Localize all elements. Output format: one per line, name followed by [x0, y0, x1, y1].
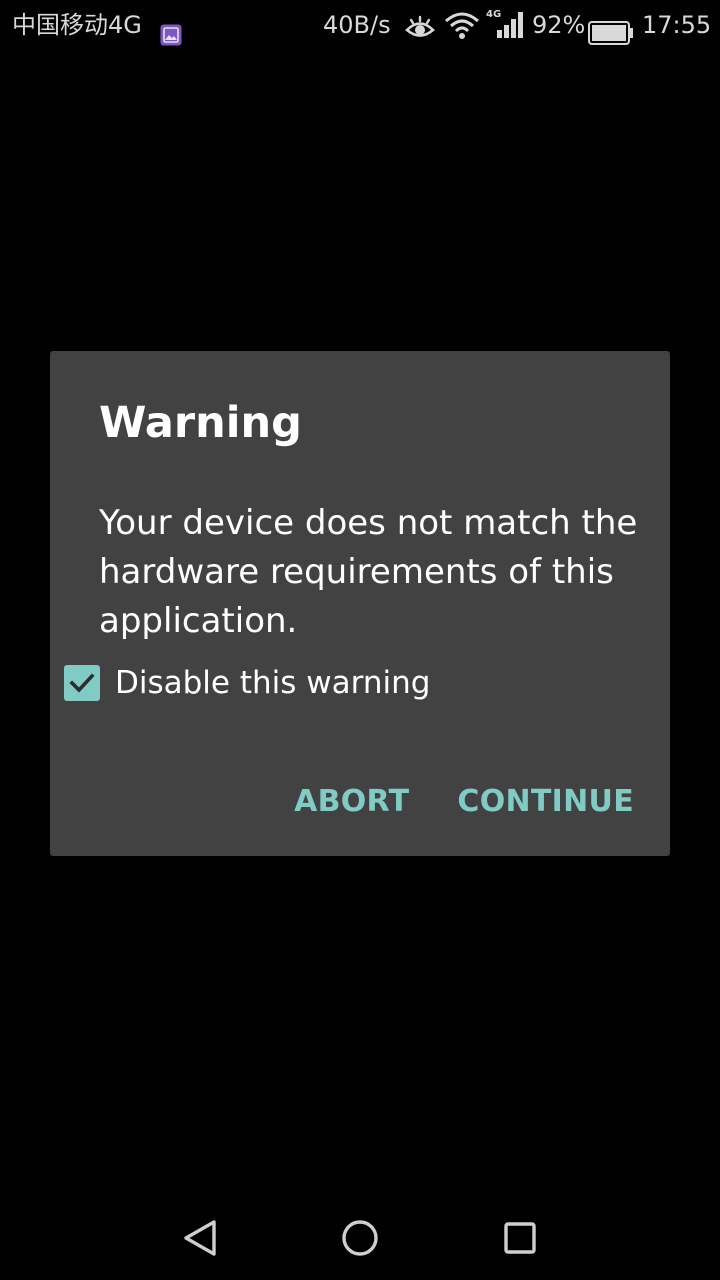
navigation-bar — [0, 1196, 720, 1280]
checkmark-icon — [69, 673, 95, 693]
wifi-icon — [444, 8, 480, 58]
recent-apps-button[interactable] — [498, 1216, 542, 1260]
clock: 17:55 — [642, 11, 712, 39]
dialog-message: Your device does not match the hardware … — [99, 503, 638, 641]
back-button[interactable] — [178, 1216, 222, 1260]
carrier-name: 中国移动4G — [12, 11, 142, 39]
warning-dialog: Warning Your device does not match the h… — [50, 351, 670, 856]
checkbox-label: Disable this warning — [115, 665, 431, 701]
recent-apps-icon — [504, 1222, 536, 1254]
abort-button[interactable]: ABORT — [294, 777, 409, 827]
cellular-signal-icon: 4G — [485, 6, 527, 56]
dialog-actions: ABORT CONTINUE — [294, 777, 634, 827]
battery-icon — [588, 12, 634, 62]
eye-icon — [404, 10, 436, 60]
disable-warning-checkbox-row[interactable]: Disable this warning — [64, 663, 430, 703]
home-button[interactable] — [338, 1216, 382, 1260]
gallery-icon — [160, 13, 182, 63]
dialog-title: Warning — [99, 398, 302, 448]
continue-button[interactable]: CONTINUE — [457, 777, 634, 827]
home-icon — [342, 1220, 378, 1256]
screen: 中国移动4G 40B/s 4G 92% 17:55 Warning Your d… — [0, 0, 720, 1280]
battery-percent: 92% — [532, 11, 586, 39]
status-bar: 中国移动4G 40B/s 4G 92% 17:55 — [0, 0, 720, 50]
disable-warning-checkbox[interactable] — [64, 665, 100, 701]
back-icon — [184, 1220, 216, 1256]
network-speed: 40B/s — [323, 11, 391, 39]
network-type-label: 4G — [486, 9, 501, 20]
